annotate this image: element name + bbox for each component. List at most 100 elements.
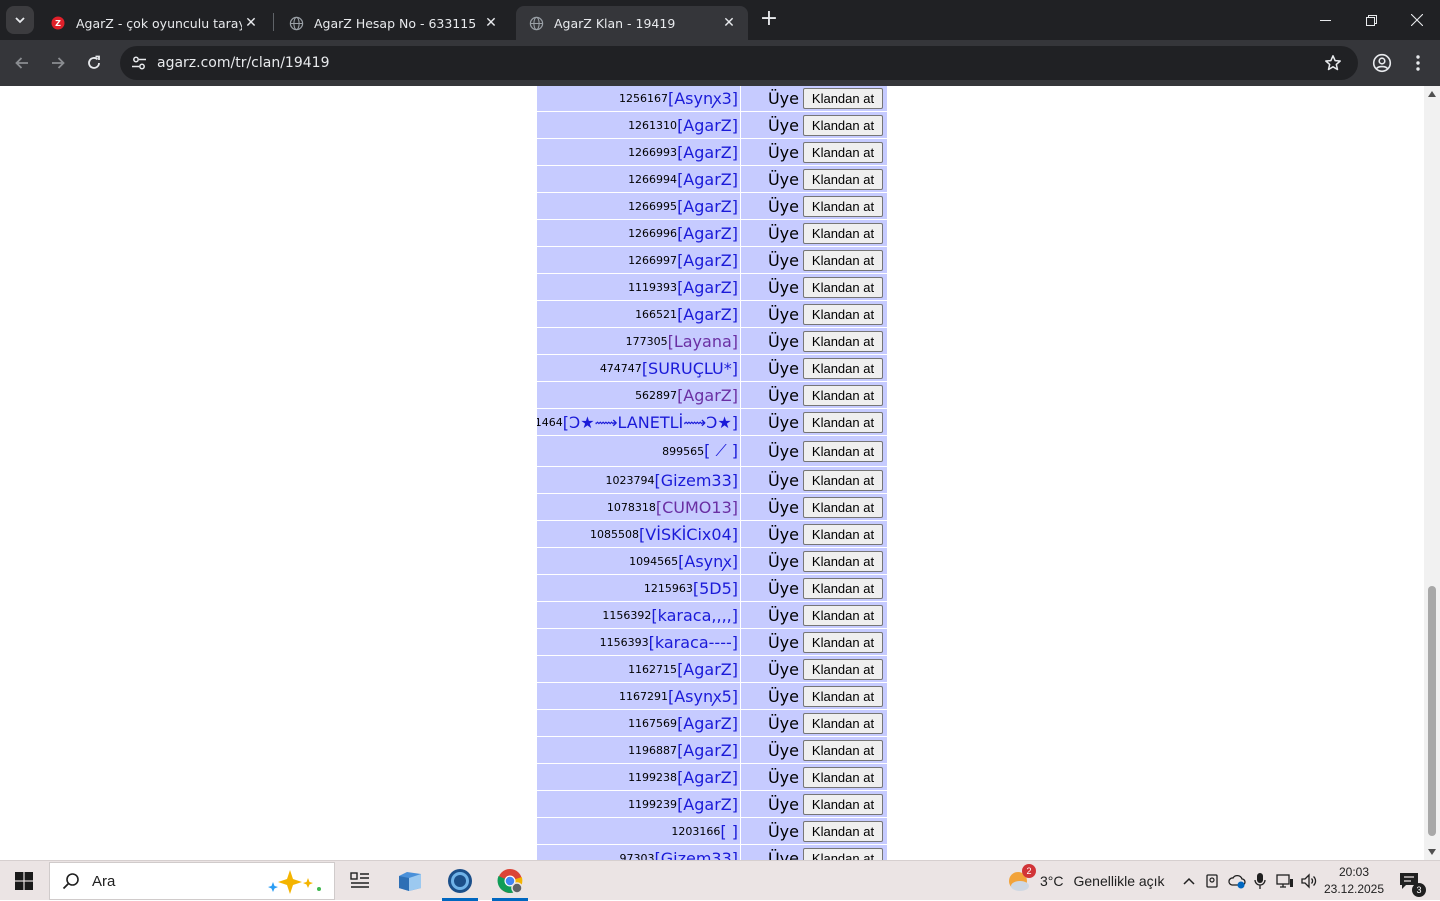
taskbar-search-box[interactable]: Ara: [49, 862, 335, 900]
kick-from-clan-button[interactable]: Klandan at: [803, 631, 883, 653]
member-name-link[interactable]: [CUMO13]: [656, 498, 738, 517]
kick-from-clan-button[interactable]: Klandan at: [803, 303, 883, 325]
kick-from-clan-button[interactable]: Klandan at: [803, 550, 883, 572]
member-name-link[interactable]: [AgarZ]: [677, 741, 738, 760]
member-name-link[interactable]: [AgarZ]: [677, 768, 738, 787]
member-name-link[interactable]: [ ]: [720, 822, 738, 841]
page-scrollbar[interactable]: [1424, 86, 1440, 860]
member-name-link[interactable]: [AgarZ]: [677, 170, 738, 189]
member-name-link[interactable]: [AgarZ]: [677, 714, 738, 733]
member-name-link[interactable]: [ ⟋ ]: [704, 441, 738, 461]
kick-from-clan-button[interactable]: Klandan at: [803, 469, 883, 491]
bookmark-star-icon[interactable]: [1324, 54, 1342, 76]
member-name-link[interactable]: [AgarZ]: [677, 143, 738, 162]
weather-moon-cloud-icon: 2: [1006, 864, 1036, 894]
kick-from-clan-button[interactable]: Klandan at: [803, 330, 883, 352]
forward-icon[interactable]: [44, 49, 72, 77]
member-name-link[interactable]: [Layana]: [668, 332, 738, 351]
kick-from-clan-button[interactable]: Klandan at: [803, 712, 883, 734]
scroll-down-icon[interactable]: [1428, 849, 1436, 855]
kick-from-clan-button[interactable]: Klandan at: [803, 604, 883, 626]
member-name-link[interactable]: [karaca----]: [649, 633, 738, 652]
taskbar-clock[interactable]: 20:03 23.12.2025: [1322, 864, 1386, 898]
kick-from-clan-button[interactable]: Klandan at: [803, 168, 883, 190]
network-icon[interactable]: [1275, 871, 1295, 891]
show-hidden-icons-chevron-icon[interactable]: [1179, 871, 1199, 891]
member-name-link[interactable]: [AgarZ]: [677, 251, 738, 270]
member-name-link[interactable]: [SURUÇLU*]: [642, 359, 738, 378]
notification-center-icon[interactable]: 3: [1396, 869, 1426, 897]
kick-from-clan-button[interactable]: Klandan at: [803, 276, 883, 298]
profile-icon[interactable]: [1368, 49, 1396, 77]
member-row: 1156393 [karaca----] Üye Klandan at: [537, 629, 888, 656]
kick-from-clan-button[interactable]: Klandan at: [803, 658, 883, 680]
url-text[interactable]: agarz.com/tr/clan/19419: [157, 55, 329, 71]
member-name-link[interactable]: [AgarZ]: [677, 116, 738, 135]
task-view-icon[interactable]: [336, 861, 384, 901]
kick-from-clan-button[interactable]: Klandan at: [803, 820, 883, 842]
member-name-link[interactable]: [AgarZ]: [677, 197, 738, 216]
close-tab-icon[interactable]: ✕: [720, 14, 738, 32]
kick-from-clan-button[interactable]: Klandan at: [803, 87, 883, 109]
member-name-link[interactable]: [Gizem33]: [654, 849, 738, 861]
kick-from-clan-button[interactable]: Klandan at: [803, 847, 883, 860]
tab-search-button[interactable]: [6, 6, 34, 34]
kick-from-clan-button[interactable]: Klandan at: [803, 523, 883, 545]
weather-widget[interactable]: 2 3°C Genellikle açık: [1006, 861, 1165, 901]
tab-agarz-account[interactable]: AgarZ Hesap No - 633115 ✕: [276, 6, 510, 40]
kick-from-clan-button[interactable]: Klandan at: [803, 766, 883, 788]
kick-from-clan-button[interactable]: Klandan at: [803, 249, 883, 271]
close-tab-icon[interactable]: ✕: [482, 14, 500, 32]
kick-from-clan-button[interactable]: Klandan at: [803, 195, 883, 217]
member-name-link[interactable]: [karaca,,,,]: [651, 606, 738, 625]
cortana-app-icon[interactable]: [436, 861, 484, 901]
restore-icon[interactable]: [1348, 0, 1394, 40]
new-tab-button[interactable]: +: [758, 8, 780, 32]
kick-from-clan-button[interactable]: Klandan at: [803, 141, 883, 163]
file-explorer-icon[interactable]: [386, 861, 434, 901]
kick-from-clan-button[interactable]: Klandan at: [803, 685, 883, 707]
kick-from-clan-button[interactable]: Klandan at: [803, 411, 883, 433]
member-name-link[interactable]: [Asynꭗ]: [678, 550, 738, 572]
kick-from-clan-button[interactable]: Klandan at: [803, 384, 883, 406]
scroll-up-icon[interactable]: [1428, 91, 1436, 97]
member-name-link[interactable]: [AgarZ]: [677, 660, 738, 679]
kick-from-clan-button[interactable]: Klandan at: [803, 577, 883, 599]
member-name-link[interactable]: [Ͻ★⟿LANETLİ⟿Ͻ★]: [563, 413, 738, 432]
member-name-link[interactable]: [AgarZ]: [677, 305, 738, 324]
tab-agarz-clan[interactable]: AgarZ Klan - 19419 ✕: [516, 6, 748, 40]
member-name-link[interactable]: [AgarZ]: [677, 386, 738, 405]
reload-icon[interactable]: [80, 49, 108, 77]
member-name-link[interactable]: [AgarZ]: [677, 795, 738, 814]
onedrive-sync-icon[interactable]: [1227, 871, 1247, 891]
member-name-link[interactable]: [VİSKİCix04]: [639, 525, 738, 544]
member-name-link[interactable]: [AgarZ]: [677, 224, 738, 243]
chrome-app-icon[interactable]: [486, 861, 534, 901]
kick-from-clan-button[interactable]: Klandan at: [803, 440, 883, 462]
member-name-link[interactable]: [Asynꭗ3]: [668, 87, 738, 109]
meet-camera-icon[interactable]: [1203, 871, 1223, 891]
back-icon[interactable]: [8, 49, 36, 77]
kick-from-clan-button[interactable]: Klandan at: [803, 357, 883, 379]
kick-from-clan-button[interactable]: Klandan at: [803, 496, 883, 518]
scrollbar-thumb[interactable]: [1428, 586, 1436, 836]
microphone-icon[interactable]: [1250, 871, 1270, 891]
member-name-link[interactable]: [5D5]: [693, 579, 738, 598]
minimize-icon[interactable]: [1302, 0, 1348, 40]
kick-from-clan-button[interactable]: Klandan at: [803, 739, 883, 761]
volume-icon[interactable]: [1299, 871, 1319, 891]
tab-agarz-game[interactable]: Z AgarZ - çok oyunculu tarayıcı oyunu ✕: [38, 6, 270, 40]
site-settings-icon[interactable]: [122, 46, 156, 80]
kick-from-clan-button[interactable]: Klandan at: [803, 793, 883, 815]
kick-from-clan-button[interactable]: Klandan at: [803, 114, 883, 136]
windows-start-icon[interactable]: [0, 861, 48, 901]
member-name-link[interactable]: [AgarZ]: [677, 278, 738, 297]
member-name-link[interactable]: [Gizem33]: [654, 471, 738, 490]
member-cell: 1266997 [AgarZ]: [537, 247, 740, 273]
address-bar[interactable]: agarz.com/tr/clan/19419: [120, 46, 1358, 80]
member-name-link[interactable]: [Asynꭗ5]: [668, 685, 738, 707]
close-tab-icon[interactable]: ✕: [242, 14, 260, 32]
close-window-icon[interactable]: [1394, 0, 1440, 40]
menu-kebab-icon[interactable]: [1404, 49, 1432, 77]
kick-from-clan-button[interactable]: Klandan at: [803, 222, 883, 244]
